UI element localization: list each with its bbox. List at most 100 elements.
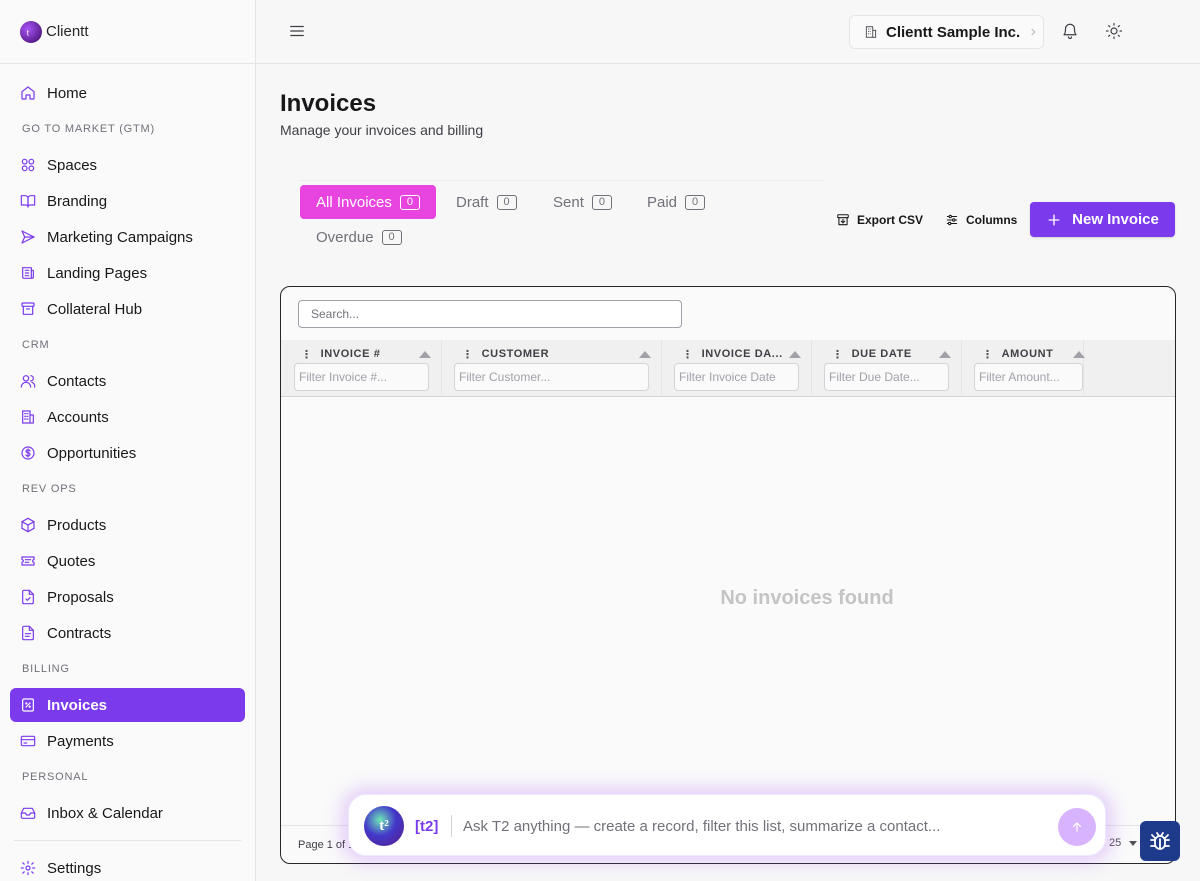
sidebar-item-proposals[interactable]: Proposals xyxy=(10,580,245,614)
sidebar-item-marketing-campaigns[interactable]: Marketing Campaigns xyxy=(10,220,245,254)
tab-all-invoices[interactable]: All Invoices 0 xyxy=(300,185,436,219)
filter-invoice-number-input[interactable] xyxy=(294,363,429,391)
sidebar-item-opportunities[interactable]: Opportunities xyxy=(10,436,245,470)
sidebar-item-landing-pages[interactable]: Landing Pages xyxy=(10,256,245,290)
sidebar-item-inbox-calendar[interactable]: Inbox & Calendar xyxy=(10,796,245,830)
tab-count-badge: 0 xyxy=(381,229,402,245)
columns-label: Columns xyxy=(966,213,1018,227)
sidebar-item-label: Branding xyxy=(47,192,108,210)
columns-button[interactable]: Columns xyxy=(945,210,1017,230)
page-title: Invoices xyxy=(280,90,377,117)
sidebar-item-payments[interactable]: Payments xyxy=(10,724,245,758)
new-invoice-button[interactable]: New Invoice xyxy=(1030,202,1175,237)
arrow-up-icon xyxy=(1072,822,1082,832)
sidebar-item-settings[interactable]: Settings xyxy=(10,851,245,881)
tab-label: Paid xyxy=(647,193,678,211)
sort-asc-icon[interactable] xyxy=(639,350,651,358)
filter-invoice-date-input[interactable] xyxy=(674,363,799,391)
column-invoice-number: ⋮ INVOICE # xyxy=(281,340,442,397)
sidebar-item-products[interactable]: Products xyxy=(10,508,245,542)
column-invoice-date: ⋮ INVOICE DA... xyxy=(662,340,812,397)
drag-handle-icon[interactable]: ⋮ xyxy=(301,348,313,361)
assistant-input[interactable] xyxy=(463,812,1043,840)
export-csv-label: Export CSV xyxy=(857,213,924,227)
dollar-circle-icon xyxy=(21,446,35,460)
assistant-tag: [t2] xyxy=(415,818,439,835)
tab-overdue[interactable]: Overdue 0 xyxy=(300,220,418,254)
export-csv-button[interactable]: Export CSV xyxy=(836,210,923,230)
sidebar-item-spaces[interactable]: Spaces xyxy=(10,148,245,182)
column-customer: ⋮ CUSTOMER xyxy=(442,340,662,397)
page-size-select[interactable]: 25 xyxy=(1109,837,1138,849)
sidebar-item-home[interactable]: Home xyxy=(10,76,245,110)
page-subtitle: Manage your invoices and billing xyxy=(280,122,484,138)
invoices-table-card: ⋮ INVOICE # ⋮ CUSTOMER ⋮ INVOICE DA... xyxy=(280,286,1176,864)
column-header[interactable]: ⋮ INVOICE # xyxy=(301,346,431,362)
sidebar-item-contacts[interactable]: Contacts xyxy=(10,364,245,398)
bug-icon xyxy=(1150,832,1170,850)
filter-amount-input[interactable] xyxy=(974,363,1083,391)
column-label: DUE DATE xyxy=(851,348,912,360)
brand-name: Clientt xyxy=(46,23,89,40)
menu-toggle-button[interactable] xyxy=(288,22,308,42)
sidebar-item-label: Products xyxy=(47,516,107,534)
page-info: Page 1 of 1 xyxy=(298,839,355,851)
sidebar-nav: Home GO TO MARKET (GTM) Spaces Branding … xyxy=(0,64,255,881)
sidebar-item-invoices[interactable]: Invoices xyxy=(10,688,245,722)
brand-logo-icon: t xyxy=(20,20,42,43)
sort-asc-icon[interactable] xyxy=(1073,350,1085,358)
column-header[interactable]: ⋮ AMOUNT xyxy=(982,346,1085,362)
column-label: INVOICE # xyxy=(320,348,381,360)
sidebar-item-label: Contacts xyxy=(47,372,107,390)
sidebar-item-label: Payments xyxy=(47,732,114,750)
sort-asc-icon[interactable] xyxy=(419,350,431,358)
tab-draft[interactable]: Draft 0 xyxy=(440,185,533,219)
sidebar-item-contracts[interactable]: Contracts xyxy=(10,616,245,650)
sidebar-item-label: Inbox & Calendar xyxy=(47,804,163,822)
sidebar-item-quotes[interactable]: Quotes xyxy=(10,544,245,578)
sort-asc-icon[interactable] xyxy=(939,350,951,358)
send-icon xyxy=(21,230,35,244)
assistant-send-button[interactable] xyxy=(1058,808,1096,846)
sidebar-item-label: Accounts xyxy=(47,408,109,426)
sidebar-item-accounts[interactable]: Accounts xyxy=(10,400,245,434)
table-search-input[interactable] xyxy=(298,300,682,328)
tab-sent[interactable]: Sent 0 xyxy=(537,185,628,219)
tab-label: All Invoices xyxy=(316,193,392,211)
sort-asc-icon[interactable] xyxy=(789,350,801,358)
drag-handle-icon[interactable]: ⋮ xyxy=(462,348,474,361)
theme-toggle-button[interactable] xyxy=(1105,22,1125,42)
org-switcher[interactable]: Clientt Sample Inc. xyxy=(849,15,1044,49)
filter-customer-input[interactable] xyxy=(454,363,649,391)
package-icon xyxy=(21,517,35,533)
file-text-icon xyxy=(22,625,34,641)
file-check-icon xyxy=(22,589,34,605)
tab-paid[interactable]: Paid 0 xyxy=(631,185,721,219)
ticket-icon xyxy=(21,556,35,566)
assistant-avatar: t² xyxy=(364,806,404,846)
sidebar-item-branding[interactable]: Branding xyxy=(10,184,245,218)
column-header[interactable]: ⋮ DUE DATE xyxy=(832,346,951,362)
column-header[interactable]: ⋮ INVOICE DA... xyxy=(682,346,801,362)
drag-handle-icon[interactable]: ⋮ xyxy=(832,348,844,361)
gear-icon xyxy=(20,860,36,876)
drag-handle-icon[interactable]: ⋮ xyxy=(982,348,994,361)
notifications-button[interactable] xyxy=(1061,22,1081,42)
tab-label: Sent xyxy=(553,193,584,211)
sidebar-item-collateral-hub[interactable]: Collateral Hub xyxy=(10,292,245,326)
filter-due-date-input[interactable] xyxy=(824,363,949,391)
page-size-value: 25 xyxy=(1109,837,1122,849)
sidebar-item-label: Proposals xyxy=(47,588,114,606)
archive-icon xyxy=(21,302,35,315)
sidebar-item-label: Opportunities xyxy=(47,444,137,462)
bug-report-button[interactable] xyxy=(1140,821,1180,861)
topbar: Clientt Sample Inc. xyxy=(256,0,1200,64)
new-invoice-label: New Invoice xyxy=(1072,211,1159,228)
chevron-right-icon xyxy=(1028,24,1038,41)
sidebar-item-label: Marketing Campaigns xyxy=(47,228,193,246)
drag-handle-icon[interactable]: ⋮ xyxy=(682,348,694,361)
sidebar-divider xyxy=(14,840,241,841)
org-name: Clientt Sample Inc. xyxy=(886,23,1021,41)
brand[interactable]: t Clientt xyxy=(0,0,255,64)
column-header[interactable]: ⋮ CUSTOMER xyxy=(462,346,651,362)
